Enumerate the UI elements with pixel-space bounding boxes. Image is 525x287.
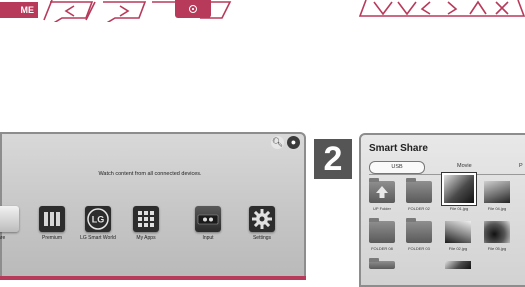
app-launcher-row: are Premium LG LG Smart World My Apps In… xyxy=(0,206,306,256)
grid-item-label: UP Folder xyxy=(373,206,391,211)
grid-item-label: File 01.jpg xyxy=(449,206,469,211)
chevron-down-icon xyxy=(373,1,393,16)
app-label: Settings xyxy=(252,235,272,241)
app-label: LG Smart World xyxy=(80,235,116,241)
grid-item-photo[interactable]: File 05.jpg xyxy=(484,221,510,251)
app-label: My Apps xyxy=(136,235,156,241)
photo-thumbnail xyxy=(484,181,510,203)
user-icon[interactable]: ● xyxy=(287,136,300,149)
grid-item-label: FOLDER 03 xyxy=(408,246,430,251)
app-label: are xyxy=(0,235,6,241)
grid-item-label: FOLDER 02 xyxy=(408,206,430,211)
tab-photo[interactable]: P xyxy=(519,161,523,172)
my-apps-icon xyxy=(133,206,159,232)
smart-share-title: Smart Share xyxy=(369,143,428,154)
tv-bottom-bar xyxy=(0,276,306,280)
tv-top-icons: 🔍︎ ● xyxy=(271,136,300,149)
app-lg-smart-world[interactable]: LG LG Smart World xyxy=(76,206,120,241)
photo-thumbnail xyxy=(484,221,510,243)
chevron-up-icon xyxy=(469,0,487,15)
folder-icon xyxy=(406,178,432,203)
record-icon xyxy=(189,5,197,13)
lg-logo-icon: LG xyxy=(85,206,111,232)
grid-item-photo[interactable]: File 04.jpg xyxy=(484,181,510,211)
grid-item-label: File 05.jpg xyxy=(487,246,507,251)
chevron-right-icon xyxy=(119,5,130,17)
app-label: Input xyxy=(202,235,214,241)
grid-item-partial[interactable] xyxy=(445,261,471,269)
smart-share-tabs: USB Movie P xyxy=(369,161,525,175)
tv-home-message: Watch content from all connected devices… xyxy=(98,171,202,177)
app-settings[interactable]: Settings xyxy=(240,206,284,241)
app-label: Premium xyxy=(41,235,62,241)
folder-icon xyxy=(406,218,432,243)
grid-item-label: File 02.jpg xyxy=(448,246,468,251)
photo-thumbnail xyxy=(445,221,471,243)
photo-thumbnail xyxy=(445,261,471,269)
step-number: 2 xyxy=(314,139,352,179)
app-input[interactable]: Input xyxy=(186,206,230,241)
chevron-down-icon xyxy=(397,1,417,16)
folder-icon xyxy=(369,218,395,243)
close-icon xyxy=(495,1,509,15)
red-key[interactable] xyxy=(175,0,211,18)
grid-item-photo[interactable]: File 02.jpg xyxy=(445,221,471,251)
chevron-left-icon xyxy=(420,1,431,15)
tv-home-screen: 🔍︎ ● Watch content from all connected de… xyxy=(0,132,306,280)
callout-line xyxy=(43,0,53,21)
app-my-apps[interactable]: My Apps xyxy=(124,206,168,241)
grid-item-folder[interactable]: FOLDER 03 xyxy=(406,218,432,251)
up-folder-icon xyxy=(369,178,395,203)
grid-item-folder[interactable]: FOLDER 02 xyxy=(406,178,432,211)
grid-item-partial[interactable] xyxy=(369,258,395,269)
remote-keys-strip: ME xyxy=(0,0,525,22)
grid-item-label: FOLDER 08 xyxy=(371,246,393,251)
chevron-left-icon xyxy=(64,5,75,17)
smart-share-icon xyxy=(0,206,19,232)
key-callout-outlines xyxy=(43,0,525,22)
lg-logo-text: LG xyxy=(92,215,105,225)
smart-share-panel: Smart Share USB Movie P UP Folder FOLDER… xyxy=(359,133,525,287)
settings-icon xyxy=(249,206,275,232)
grid-item-photo-selected[interactable]: File 01.jpg xyxy=(443,175,475,211)
input-icon xyxy=(195,206,221,232)
search-icon[interactable]: 🔍︎ xyxy=(271,136,284,149)
folder-icon xyxy=(369,258,395,269)
premium-icon xyxy=(39,206,65,232)
grid-item-label: File 04.jpg xyxy=(487,206,507,211)
photo-thumbnail xyxy=(444,175,474,203)
arrow-right-key-outline xyxy=(103,1,147,22)
chevron-right-icon xyxy=(447,1,458,15)
tab-movie[interactable]: Movie xyxy=(457,161,472,172)
app-smart-share[interactable]: are xyxy=(0,206,28,241)
grid-item-folder[interactable]: FOLDER 08 xyxy=(369,218,395,251)
grid-item-up-folder[interactable]: UP Folder xyxy=(369,178,395,211)
nav-keys-outline xyxy=(358,0,525,17)
tab-usb[interactable]: USB xyxy=(369,161,425,174)
app-premium[interactable]: Premium xyxy=(30,206,74,241)
